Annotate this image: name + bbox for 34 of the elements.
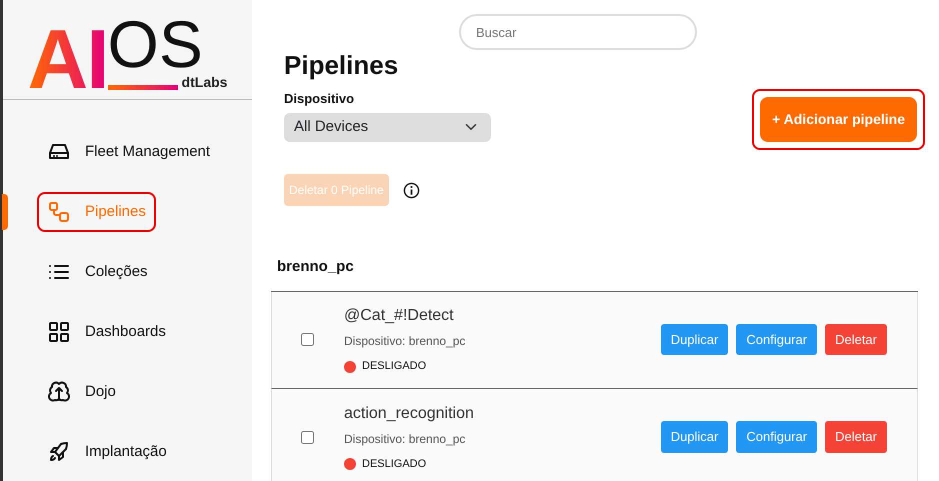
sidebar-item[interactable]: Dojo xyxy=(37,372,126,412)
configure-button[interactable]: Configurar xyxy=(736,324,818,356)
field-label: Dispositivo xyxy=(284,90,356,108)
delete-button[interactable]: Deletar xyxy=(825,421,887,453)
checkbox[interactable] xyxy=(301,333,314,346)
logo-underline xyxy=(108,85,178,90)
grid-icon xyxy=(47,320,71,344)
device-text: Dispositivo: brenno_pc xyxy=(344,430,466,448)
pipeline-icon xyxy=(47,200,71,224)
pipeline-name: @Cat_#!Detect xyxy=(344,306,455,326)
sidebar-item[interactable]: Pipelines xyxy=(37,192,156,232)
sidebar-item[interactable]: Coleções xyxy=(37,252,158,292)
sidebar-item[interactable]: Dashboards xyxy=(37,312,176,352)
info-icon[interactable] xyxy=(402,182,420,199)
add-pipeline-button[interactable]: + Adicionar pipeline xyxy=(760,97,917,142)
search-field[interactable]: Buscar xyxy=(459,14,697,50)
group-title: brenno_pc xyxy=(277,257,355,278)
checkbox[interactable] xyxy=(301,430,314,444)
device-select[interactable]: All Devices xyxy=(284,112,491,142)
duplicate-button[interactable]: Duplicar xyxy=(660,421,728,453)
status-text: DESLIGADO xyxy=(362,359,426,374)
sidebar-item[interactable]: Fleet Management xyxy=(37,132,220,172)
device-text: Dispositivo: brenno_pc xyxy=(344,333,466,350)
page-title: Pipelines xyxy=(284,50,400,82)
delete-button[interactable]: Deletar xyxy=(825,324,887,356)
pipeline-name: action_recognition xyxy=(344,404,475,424)
status-text: DESLIGADO xyxy=(362,456,426,472)
duplicate-button[interactable]: Duplicar xyxy=(660,324,728,356)
logo-text: OS xyxy=(108,16,203,72)
brand-text: dtLabs xyxy=(182,73,228,92)
rocket-icon xyxy=(47,440,71,464)
brain-icon xyxy=(47,380,71,404)
configure-button[interactable]: Configurar xyxy=(736,421,818,453)
sidebar-item[interactable]: Implantação xyxy=(37,432,177,472)
